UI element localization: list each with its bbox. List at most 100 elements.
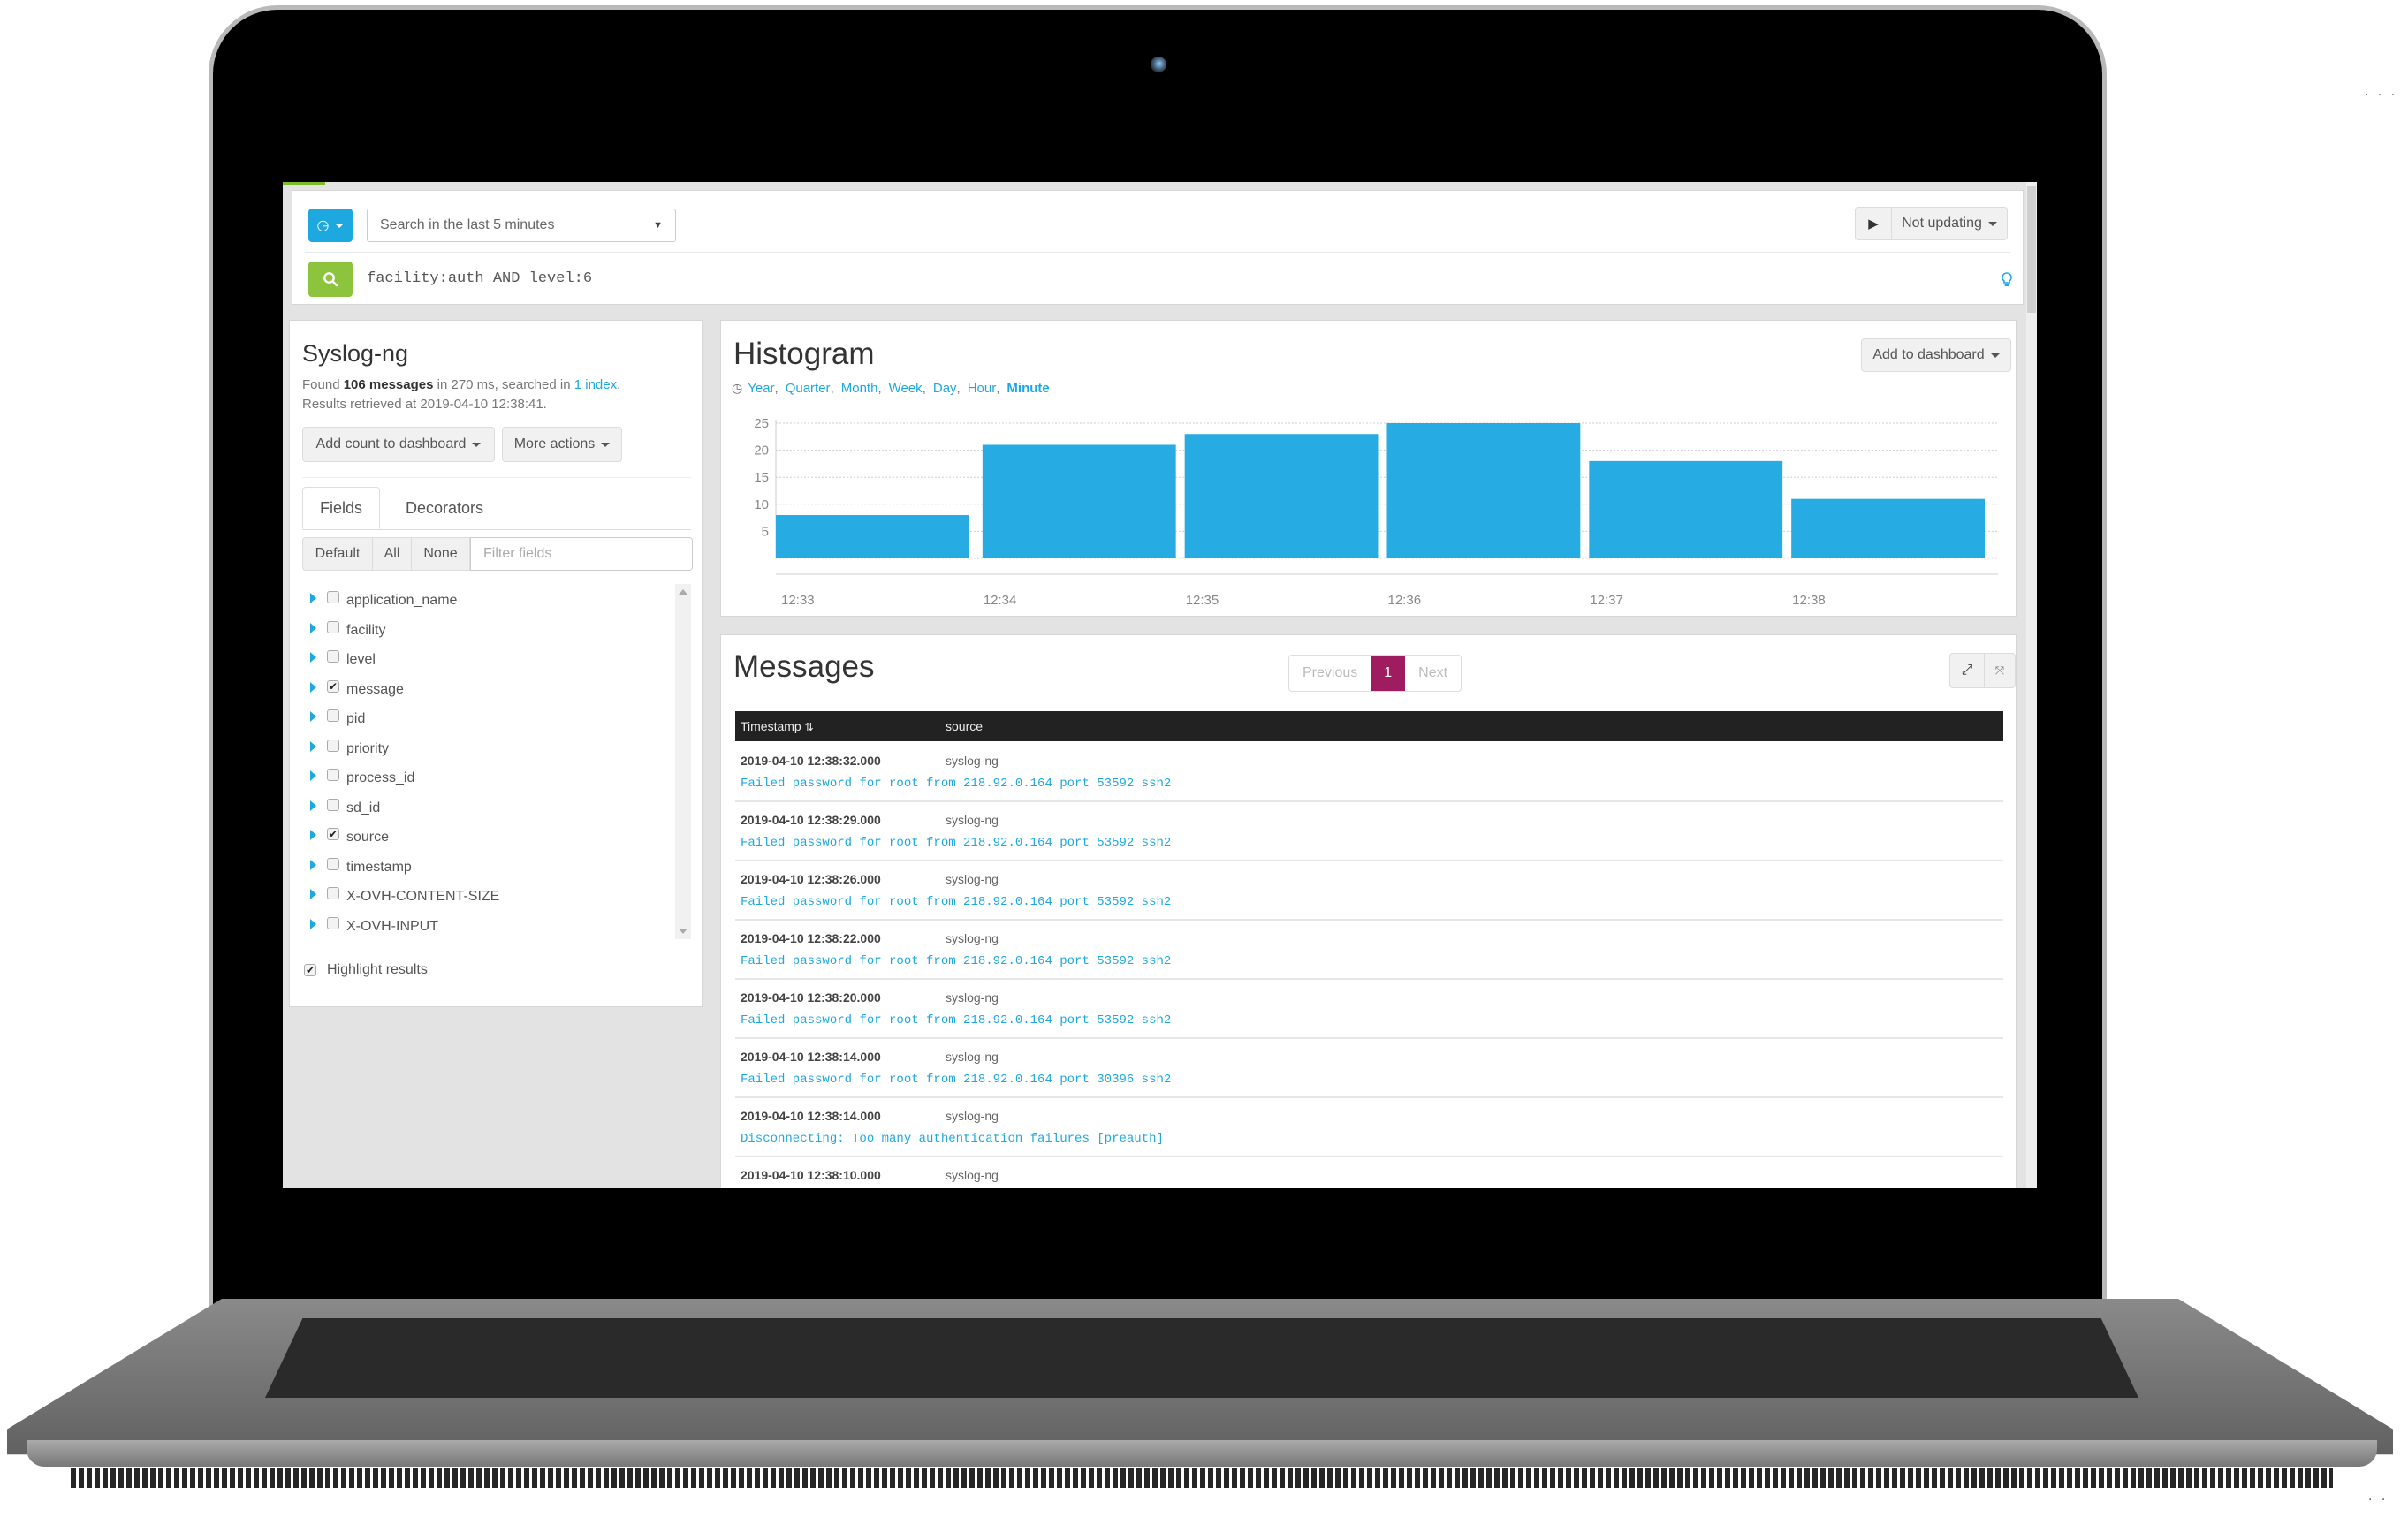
message-row[interactable]: 2019-04-10 12:38:14.000 syslog-ng Failed p…	[735, 1037, 2003, 1098]
page-scrollbar-thumb[interactable]	[2027, 186, 2036, 313]
next-page-button[interactable]: Next	[1405, 656, 1461, 691]
y-tick-label: 20	[754, 444, 769, 459]
field-name[interactable]: timestamp	[346, 860, 412, 876]
field-checkbox[interactable]	[327, 620, 339, 633]
page-scrollbar[interactable]	[2026, 182, 2037, 1188]
field-name[interactable]: level	[346, 652, 376, 668]
field-name[interactable]: message	[346, 682, 404, 698]
field-name[interactable]: X-OVH-INPUT	[346, 919, 438, 935]
resolution-month[interactable]: Month	[841, 381, 878, 396]
query-input[interactable]: facility:auth AND level:6	[367, 265, 592, 293]
expand-field-icon[interactable]	[310, 593, 316, 603]
expand-field-icon[interactable]	[310, 770, 316, 781]
histogram-bar[interactable]	[1386, 423, 1581, 558]
message-timestamp: 2019-04-10 12:38:29.000	[741, 813, 881, 827]
field-checkbox[interactable]	[327, 739, 339, 752]
resolution-day[interactable]: Day	[933, 381, 957, 396]
caret-down-icon	[472, 442, 482, 447]
previous-page-button[interactable]: Previous	[1289, 656, 1371, 691]
expand-all-button[interactable]: ⤢	[1949, 653, 1985, 688]
column-header-source[interactable]: source	[946, 719, 983, 733]
field-name[interactable]: process_id	[346, 770, 414, 786]
histogram-bar[interactable]	[982, 444, 1176, 558]
field-checkbox[interactable]	[327, 857, 339, 870]
no-fields-button[interactable]: None	[412, 537, 470, 571]
histogram-bar[interactable]	[1791, 498, 1985, 558]
column-header-timestamp[interactable]: Timestamp ⇅	[741, 719, 814, 733]
collapse-all-button[interactable]: ⤧	[1984, 653, 2016, 688]
expand-field-icon[interactable]	[310, 859, 316, 870]
field-checkbox[interactable]	[327, 591, 339, 603]
start-refresh-button[interactable]: ▶	[1855, 207, 1892, 240]
field-name[interactable]: facility	[346, 623, 385, 639]
expand-field-icon[interactable]	[310, 889, 316, 899]
add-to-dashboard-button[interactable]: Add to dashboard	[1861, 338, 2011, 372]
time-range-type-button[interactable]: ◷	[308, 209, 353, 242]
messages-table-header: Timestamp ⇅ source	[735, 711, 2003, 741]
separator: ,	[996, 381, 1000, 396]
message-row[interactable]: 2019-04-10 12:38:26.000 syslog-ng Failed p…	[735, 860, 2003, 921]
page-1-button[interactable]: 1	[1371, 656, 1406, 691]
field-name[interactable]: application_name	[346, 593, 457, 609]
expand-field-icon[interactable]	[310, 830, 316, 840]
scroll-down-icon[interactable]	[679, 929, 687, 934]
highlight-checkbox[interactable]: ✔	[304, 964, 316, 976]
expand-field-icon[interactable]	[310, 711, 316, 722]
index-link[interactable]: 1 index	[574, 377, 617, 392]
sort-icon[interactable]: ⇅	[805, 721, 814, 733]
expand-field-icon[interactable]	[310, 681, 316, 693]
resolution-hour[interactable]: Hour	[968, 381, 997, 396]
field-checkbox[interactable]	[327, 769, 339, 781]
resolution-quarter[interactable]: Quarter	[786, 381, 831, 396]
tab-decorators[interactable]: Decorators	[387, 487, 502, 529]
expand-field-icon[interactable]	[310, 622, 316, 633]
field-checkbox[interactable]	[327, 650, 339, 663]
message-row[interactable]: 2019-04-10 12:38:14.000 syslog-ng Disconne…	[735, 1096, 2003, 1157]
scroll-up-icon[interactable]	[679, 589, 687, 595]
refresh-interval-dropdown[interactable]: Not updating	[1891, 207, 2008, 240]
histogram-bar[interactable]	[776, 515, 969, 558]
message-row[interactable]: 2019-04-10 12:38:22.000 syslog-ng Failed p…	[735, 919, 2003, 980]
default-fields-button[interactable]: Default	[302, 537, 373, 571]
histogram-bar[interactable]	[1184, 434, 1379, 558]
message-source: syslog-ng	[946, 1109, 999, 1123]
all-fields-button[interactable]: All	[373, 537, 412, 571]
expand-field-icon[interactable]	[310, 740, 316, 752]
expand-field-icon[interactable]	[310, 800, 316, 811]
summary-text: Found	[302, 377, 340, 392]
more-actions-button[interactable]: More actions	[502, 427, 622, 462]
resolution-week[interactable]: Week	[889, 381, 923, 396]
field-name[interactable]: X-OVH-CONTENT-SIZE	[346, 889, 499, 905]
expand-field-icon[interactable]	[310, 918, 316, 929]
field-name[interactable]: pid	[346, 711, 365, 727]
message-row[interactable]: 2019-04-10 12:38:20.000 syslog-ng Failed p…	[735, 978, 2003, 1039]
resolution-minute[interactable]: Minute	[1006, 381, 1049, 396]
field-checkbox[interactable]	[327, 709, 339, 722]
field-list-scrollbar[interactable]	[675, 584, 691, 939]
resolution-year[interactable]: Year	[748, 381, 774, 396]
tab-fields[interactable]: Fields	[302, 487, 380, 529]
laptop-shadow	[71, 1468, 2333, 1488]
message-timestamp: 2019-04-10 12:38:26.000	[741, 872, 881, 886]
message-row[interactable]: 2019-04-10 12:38:32.000 syslog-ng Failed p…	[735, 741, 2003, 802]
field-checkbox[interactable]: ✔	[327, 828, 339, 840]
field-name[interactable]: priority	[346, 741, 389, 757]
field-checkbox[interactable]	[327, 916, 339, 929]
search-button[interactable]	[308, 262, 353, 297]
field-checkbox[interactable]: ✔	[327, 679, 339, 693]
add-count-to-dashboard-button[interactable]: Add count to dashboard	[302, 427, 495, 462]
message-row[interactable]: 2019-04-10 12:38:10.000 syslog-ng	[735, 1156, 2003, 1188]
filter-fields-input[interactable]: Filter fields	[470, 537, 693, 571]
highlight-results-toggle[interactable]: ✔ Highlight results	[302, 962, 428, 978]
lightbulb-icon[interactable]	[2002, 272, 2012, 292]
expand-field-icon[interactable]	[310, 652, 316, 663]
message-row[interactable]: 2019-04-10 12:38:29.000 syslog-ng Failed p…	[735, 800, 2003, 861]
time-range-select[interactable]: Search in the last 5 minutes ▼	[367, 209, 676, 242]
field-checkbox[interactable]	[327, 887, 339, 899]
field-name[interactable]: sd_id	[346, 800, 380, 816]
field-checkbox[interactable]	[327, 798, 339, 811]
resolution-selector: ◷ Year, Quarter, Month, Week, Day, Hour, Minut…	[732, 381, 1050, 396]
field-name[interactable]: source	[346, 830, 389, 846]
histogram-bar[interactable]	[1589, 460, 1783, 558]
x-tick-label: 12:38	[1792, 593, 1826, 608]
